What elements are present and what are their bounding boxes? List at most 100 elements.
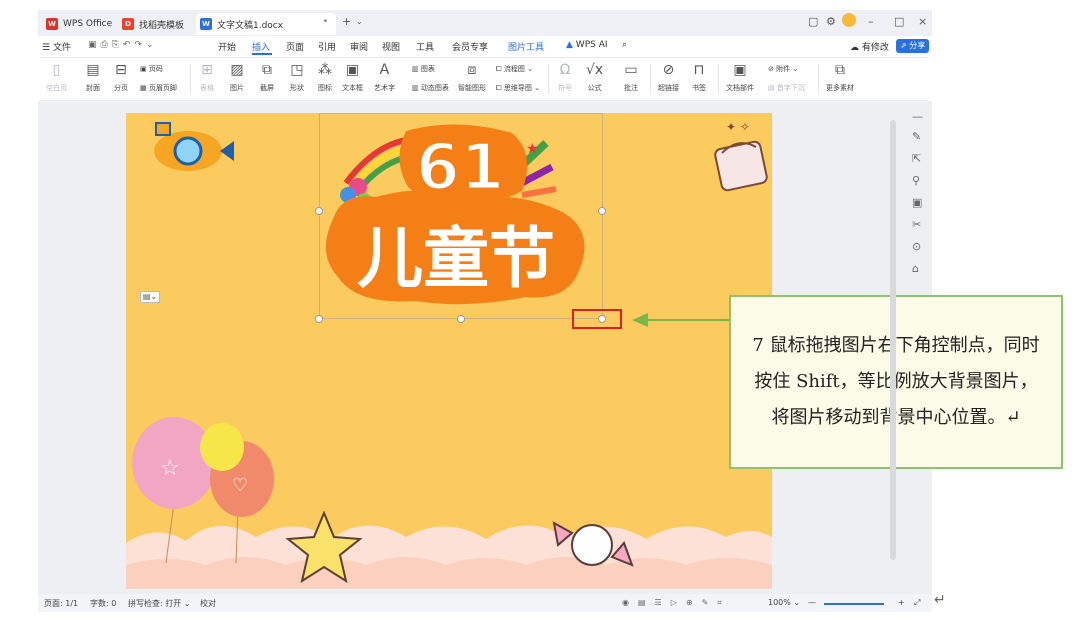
doc-parts-button[interactable]: ▣ 文档部件	[726, 61, 754, 93]
wps-ai-icon: ▲	[566, 40, 573, 50]
tab-wps-office[interactable]: W WPS Office	[42, 13, 116, 35]
window-layout-icon[interactable]: ▢	[808, 15, 818, 28]
ribbon-separator	[718, 64, 719, 94]
chart-button[interactable]: ▥ 图表	[412, 64, 435, 74]
resize-handle-bottom[interactable]	[457, 315, 465, 323]
cover-label: 封面	[86, 84, 100, 92]
menu-review[interactable]: 审阅	[350, 40, 368, 53]
comment-button[interactable]: ▭ 批注	[624, 61, 638, 93]
wordart-button[interactable]: Ａ 艺术字	[374, 61, 395, 93]
avatar[interactable]	[842, 13, 856, 27]
drop-cap-button[interactable]: ▤ 首字下沉	[768, 83, 805, 93]
hyperlink-button[interactable]: ⊘ 超链接	[658, 61, 679, 93]
header-footer-label: 页眉页脚	[148, 84, 177, 92]
resize-handle-left[interactable]	[315, 207, 323, 215]
menu-picture-tools[interactable]: 图片工具	[508, 40, 544, 53]
fullscreen-icon[interactable]: ⤢	[914, 598, 920, 608]
page-number-button[interactable]: ▣ 页码	[140, 64, 163, 74]
zoom-level[interactable]: 100% ⌄	[768, 598, 800, 607]
shirt-icon[interactable]: ⌂	[912, 262, 919, 275]
unsaved-dot-icon[interactable]: •	[323, 17, 328, 27]
help-icon[interactable]: ⊙	[912, 240, 921, 253]
chart-label: 图表	[420, 65, 435, 73]
tab-docer-templates[interactable]: D 找稻壳模板	[118, 13, 198, 35]
blank-page-label: 空白页	[46, 84, 67, 92]
resize-handle-right[interactable]	[598, 207, 606, 215]
shape-button[interactable]: ◳ 形状	[290, 61, 304, 93]
blank-page-icon: ▯	[52, 62, 61, 78]
textbox-label: 文本框	[342, 84, 363, 92]
magic-icon[interactable]: ✂	[912, 218, 921, 231]
icon-library-icon: ⁂	[318, 62, 332, 78]
bookmark-icon: ⊓	[693, 62, 705, 78]
adjust-icon[interactable]: ⚲	[912, 174, 920, 187]
cursor-icon[interactable]: ⇱	[912, 152, 921, 165]
image-selection-box[interactable]	[319, 113, 603, 319]
zoom-slider[interactable]	[824, 603, 884, 605]
vertical-scrollbar[interactable]	[890, 120, 896, 560]
minimize-icon[interactable]: –	[868, 15, 874, 28]
quick-access-toolbar[interactable]: ▣⎙⎘↶↷⌄	[88, 40, 158, 50]
new-tab-button[interactable]: +	[342, 15, 351, 28]
attachment-button[interactable]: ⊘ 附件 ⌄	[768, 64, 798, 74]
blank-page-button[interactable]: ▯ 空白页	[46, 61, 67, 93]
close-icon[interactable]: ×	[918, 15, 927, 28]
header-footer-button[interactable]: ▦ 页眉页脚	[140, 83, 177, 93]
icon-button[interactable]: ⁂ 图标	[318, 61, 332, 93]
tab-list-chevron-icon[interactable]: ⌄	[356, 17, 363, 26]
wps-ai-label: WPS AI	[575, 40, 608, 50]
word-doc-icon: W	[200, 18, 212, 30]
mindmap-button[interactable]: ⧠ 思维导图 ⌄	[496, 83, 540, 93]
zoom-in-button[interactable]: +	[898, 598, 905, 607]
menu-references[interactable]: 引用	[318, 40, 336, 53]
modified-status[interactable]: ☁ 有修改	[850, 40, 889, 53]
wps-ai-button[interactable]: ▲ WPS AI	[566, 40, 608, 50]
spellcheck-toggle[interactable]: 拼写检查: 打开 ⌄	[128, 598, 191, 609]
pen-icon[interactable]: ✎	[912, 130, 921, 143]
menu-view[interactable]: 视图	[382, 40, 400, 53]
smart-graphic-button[interactable]: ⧈ 智能图形	[458, 61, 486, 93]
hyperlink-label: 超链接	[658, 84, 679, 92]
symbol-button[interactable]: Ω 符号	[558, 61, 572, 93]
smart-graphic-icon: ⧈	[467, 62, 477, 78]
view-mode-icons[interactable]: ◉▤☰▷⊕✎⌗	[622, 598, 731, 608]
table-button[interactable]: ⊞ 表格	[200, 61, 214, 93]
svg-text:✦ ✧: ✦ ✧	[726, 120, 750, 134]
document-page[interactable]: ✦ ✧ ☆ ♡ ★ 61 儿童节 ▤⌄	[126, 113, 772, 589]
cover-button[interactable]: ▤ 封面	[86, 61, 100, 93]
formula-label: 公式	[587, 84, 602, 92]
picture-button[interactable]: ▨ 图片	[230, 61, 244, 93]
page-break-button[interactable]: ⊟ 分页	[114, 61, 128, 93]
screenshot-button[interactable]: ⧉ 截屏	[260, 61, 274, 93]
more-material-button[interactable]: ⧉ 更多素材	[826, 61, 854, 93]
tab-document[interactable]: W 文字文稿1.docx •	[196, 13, 336, 35]
bookmark-button[interactable]: ⊓ 书签	[692, 61, 706, 93]
zoom-out-button[interactable]: —	[808, 598, 816, 607]
formula-button[interactable]: √x 公式	[586, 61, 603, 93]
status-bar: 页面: 1/1 字数: 0 拼写检查: 打开 ⌄ 校对 ◉▤☰▷⊕✎⌗ 100%…	[38, 594, 932, 612]
tab-label: 找稻壳模板	[139, 20, 185, 31]
image-edit-icon[interactable]: ▣	[912, 196, 922, 209]
callout-text: 7 鼠标拖拽图片右下角控制点，同时按住 Shift，等比例放大背景图片，将图片移…	[752, 335, 1040, 428]
omega-icon: Ω	[559, 62, 571, 78]
dynamic-chart-icon: ▥	[412, 84, 419, 92]
layout-options-icon[interactable]: ▤⌄	[140, 291, 160, 303]
textbox-button[interactable]: ▣ 文本框	[342, 61, 363, 93]
settings-icon[interactable]: ⚙	[826, 15, 836, 28]
collapse-icon[interactable]: —	[912, 110, 923, 123]
header-footer-icon: ▦	[140, 84, 147, 92]
dynamic-chart-button[interactable]: ▥ 动态图表	[412, 83, 449, 93]
sqrt-icon: √x	[586, 62, 604, 78]
resize-handle-bottom-left[interactable]	[315, 315, 323, 323]
maximize-icon[interactable]: □	[894, 15, 904, 28]
search-icon[interactable]: ⌕	[622, 40, 627, 50]
menu-insert[interactable]: 插入	[252, 40, 270, 53]
menu-file[interactable]: ☰ 文件	[42, 40, 71, 53]
menu-home[interactable]: 开始	[218, 40, 236, 53]
share-button[interactable]: ⇗ 分享	[896, 39, 930, 53]
menu-tools[interactable]: 工具	[416, 40, 434, 53]
proofread-button[interactable]: 校对	[200, 598, 216, 609]
menu-page[interactable]: 页面	[286, 40, 304, 53]
flowchart-button[interactable]: ⧠ 流程图 ⌄	[496, 64, 533, 74]
menu-member[interactable]: 会员专享	[452, 40, 488, 53]
